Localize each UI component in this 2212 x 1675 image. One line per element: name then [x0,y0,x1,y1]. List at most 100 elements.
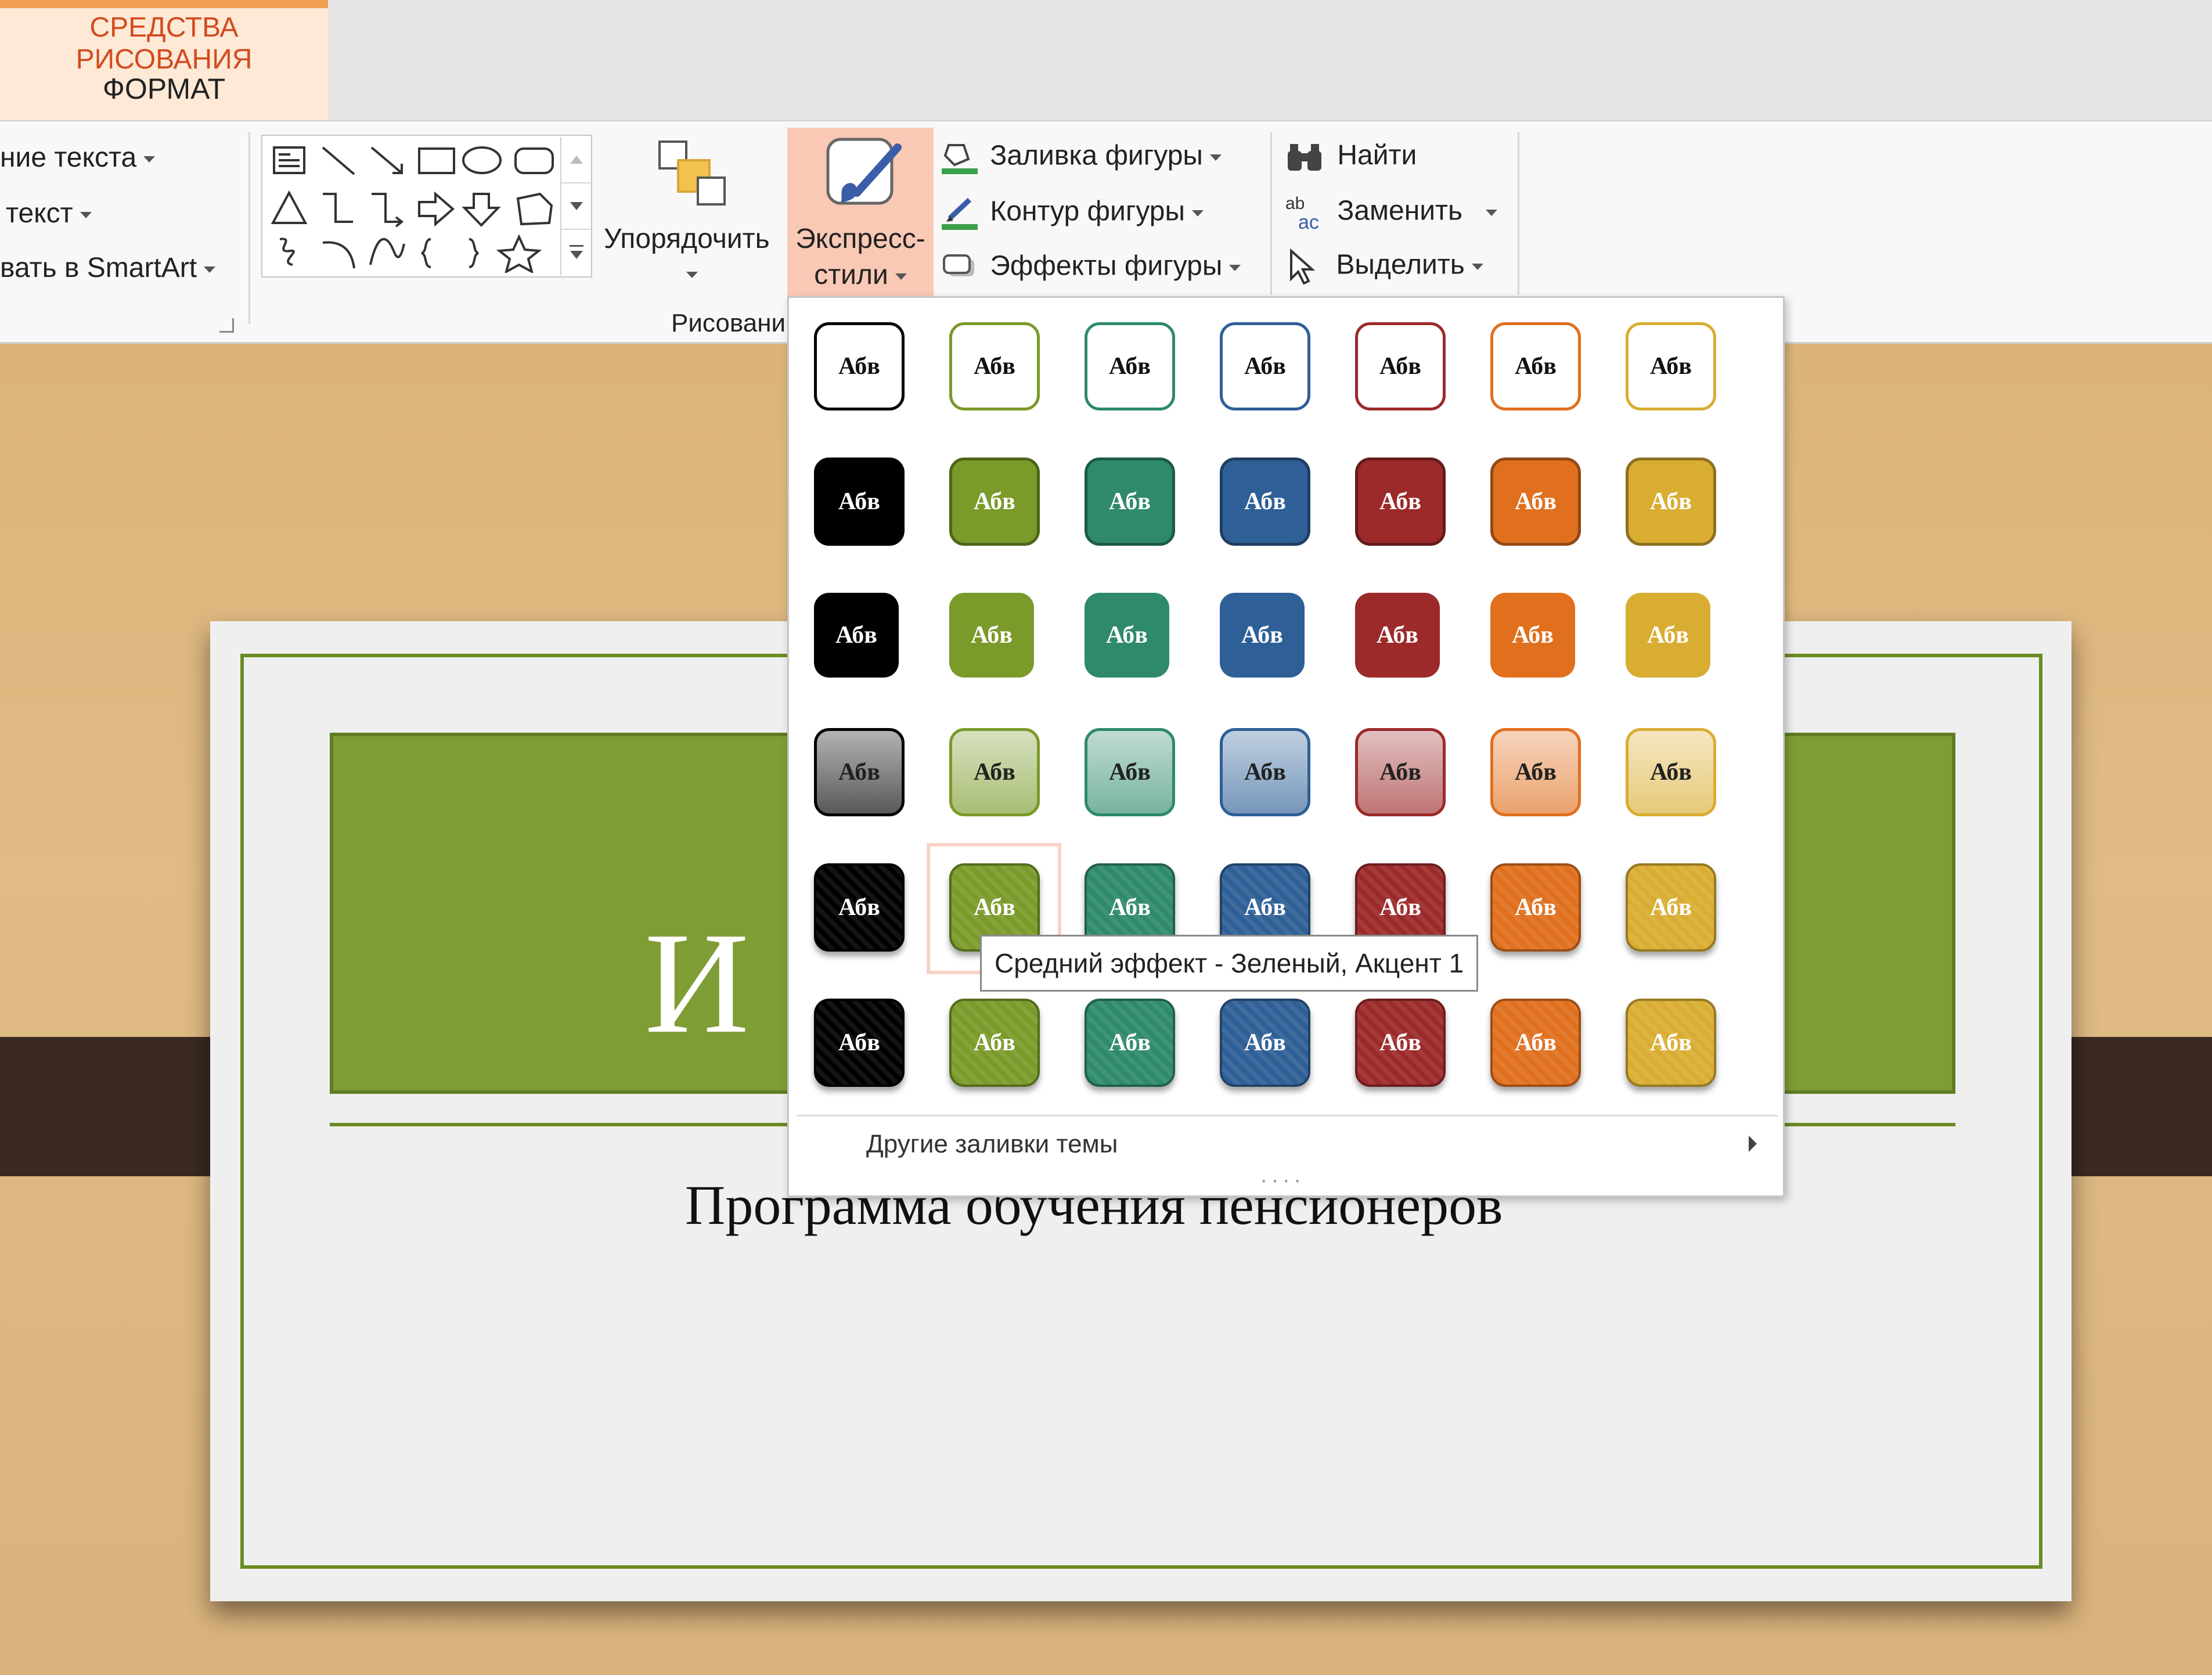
quick-style-swatch[interactable]: Абв [1626,999,1716,1087]
chevron-up-icon [570,156,583,164]
quick-style-swatch[interactable]: Абв [1355,593,1440,678]
shapes-gallery[interactable] [261,135,592,278]
quick-styles-label-line1: Экспресс- [795,224,925,254]
quick-style-swatch[interactable]: Абв [814,593,899,678]
quick-style-swatch[interactable]: Абв [814,999,905,1087]
drawing-group-label: Рисовани [671,309,786,337]
shape-outline-label: Контур фигуры [990,196,1185,227]
quick-style-swatch[interactable]: Абв [1085,593,1169,678]
quick-style-swatch[interactable]: Абв [1490,593,1575,678]
pen-outline-icon [942,197,978,230]
svg-text:ab: ab [1285,194,1305,213]
quick-style-swatch[interactable]: Абв [949,728,1040,816]
quick-style-swatch[interactable]: Абв [1626,728,1716,816]
quick-style-swatch[interactable]: Абв [1085,458,1175,546]
dropdown-separator [797,1115,1778,1116]
quick-style-swatch[interactable]: Абв [1220,999,1310,1087]
chevron-down-icon [204,266,216,273]
quick-style-swatch[interactable]: Абв [1490,322,1581,410]
gallery-more-icon [570,245,583,259]
chevron-right-icon [1749,1136,1757,1152]
quick-style-swatch[interactable]: Абв [1220,458,1310,546]
quick-style-swatch[interactable]: Абв [1085,322,1175,410]
cursor-arrow-icon [1290,248,1316,285]
quick-style-swatch[interactable]: Абв [1626,322,1716,410]
replace-icon: abac [1285,194,1319,233]
quick-styles-label-line2: стили [787,259,934,291]
style-tooltip: Средний эффект - Зеленый, Акцент 1 [980,935,1479,992]
gallery-expand[interactable] [561,230,592,275]
paint-bucket-icon [942,144,978,174]
quick-style-swatch[interactable]: Абв [814,728,905,816]
quick-style-swatch[interactable]: Абв [1626,593,1710,678]
shape-effects-button[interactable]: Эффекты фигуры [941,250,1241,286]
convert-smartart-label: вать в SmartArt [0,253,197,283]
chevron-down-icon [1486,209,1498,216]
find-label: Найти [1337,140,1417,171]
chevron-down-icon [686,272,698,278]
quick-style-swatch[interactable]: Абв [1220,593,1305,678]
quick-style-swatch[interactable]: Абв [814,863,905,952]
shape-fill-label: Заливка фигуры [990,140,1203,171]
quick-style-swatch[interactable]: Абв [814,458,905,546]
text-direction-label: ние текста [0,142,137,173]
chevron-down-icon [1229,264,1241,271]
shape-fill-button[interactable]: Заливка фигуры [941,139,1222,175]
chevron-down-icon [570,202,583,210]
find-button[interactable]: Найти [1285,139,1417,173]
shapes-gallery-icons [271,146,554,273]
arrange-button-label[interactable]: Упорядочить [604,223,770,255]
text-direction-button[interactable]: ние текста [0,142,156,174]
chevron-down-icon [1471,263,1483,270]
quick-style-swatch[interactable]: Абв [1355,322,1446,410]
quick-style-swatch[interactable]: Абв [949,999,1040,1087]
group-separator [1270,132,1272,295]
gallery-scroll-down[interactable] [561,183,592,230]
quick-style-swatch[interactable]: Абв [1220,322,1310,410]
resize-grip-icon[interactable]: ···· [1260,1167,1305,1193]
align-text-label: текст [6,198,73,229]
arrange-icon[interactable] [655,137,736,209]
quick-style-swatch[interactable]: Абв [1490,863,1581,952]
svg-text:ac: ac [1298,211,1319,231]
shape-outline-button[interactable]: Контур фигуры [941,195,1204,231]
convert-smartart-button[interactable]: вать в SmartArt [0,252,216,284]
quick-style-swatch[interactable]: Абв [949,322,1040,410]
shape-effects-label: Эффекты фигуры [990,250,1223,282]
quick-style-swatch[interactable]: Абв [1085,728,1175,816]
gallery-scroll [560,137,592,275]
quick-style-swatch[interactable]: Абв [1490,458,1581,546]
quick-style-swatch[interactable]: Абв [1626,863,1716,952]
ribbon-tab-strip [0,0,2212,120]
replace-button[interactable]: ab ac Заменить [1285,194,1498,233]
replace-label: Заменить [1337,195,1463,226]
binoculars-icon [1288,144,1321,171]
quick-style-swatch[interactable]: Абв [814,322,905,410]
quick-style-swatch[interactable]: Абв [1085,999,1175,1087]
other-theme-fills-item[interactable]: Другие заливки темы [866,1130,1118,1159]
chevron-down-icon [1192,210,1204,217]
quick-style-swatch[interactable]: Абв [1220,728,1310,816]
quick-style-swatch[interactable]: Абв [1355,728,1446,816]
quick-styles-icon [826,138,902,205]
quick-style-swatch[interactable]: Абв [1490,728,1581,816]
gallery-scroll-up[interactable] [561,137,592,183]
group-separator [1518,132,1519,295]
context-tab-title: СРЕДСТВА РИСОВАНИЯ [75,12,253,75]
quick-style-swatch[interactable]: Абв [1626,458,1716,546]
select-button[interactable]: Выделить [1285,248,1483,285]
select-label: Выделить [1336,249,1465,280]
dialog-launcher-icon[interactable] [219,318,234,333]
quick-style-swatch[interactable]: Абв [949,458,1040,546]
align-text-button[interactable]: текст [6,197,92,229]
chevron-down-icon [895,273,907,280]
shape-effects-icon [943,254,974,276]
slide-title-text: И [644,903,750,1064]
quick-style-swatch[interactable]: Абв [1355,458,1446,546]
quick-style-swatch[interactable]: Абв [1355,999,1446,1087]
tab-format[interactable]: ФОРМАТ [0,72,328,106]
quick-style-swatch[interactable]: Абв [1490,999,1581,1087]
chevron-down-icon [80,211,92,218]
chevron-down-icon [1209,154,1222,161]
quick-style-swatch[interactable]: Абв [949,593,1034,678]
